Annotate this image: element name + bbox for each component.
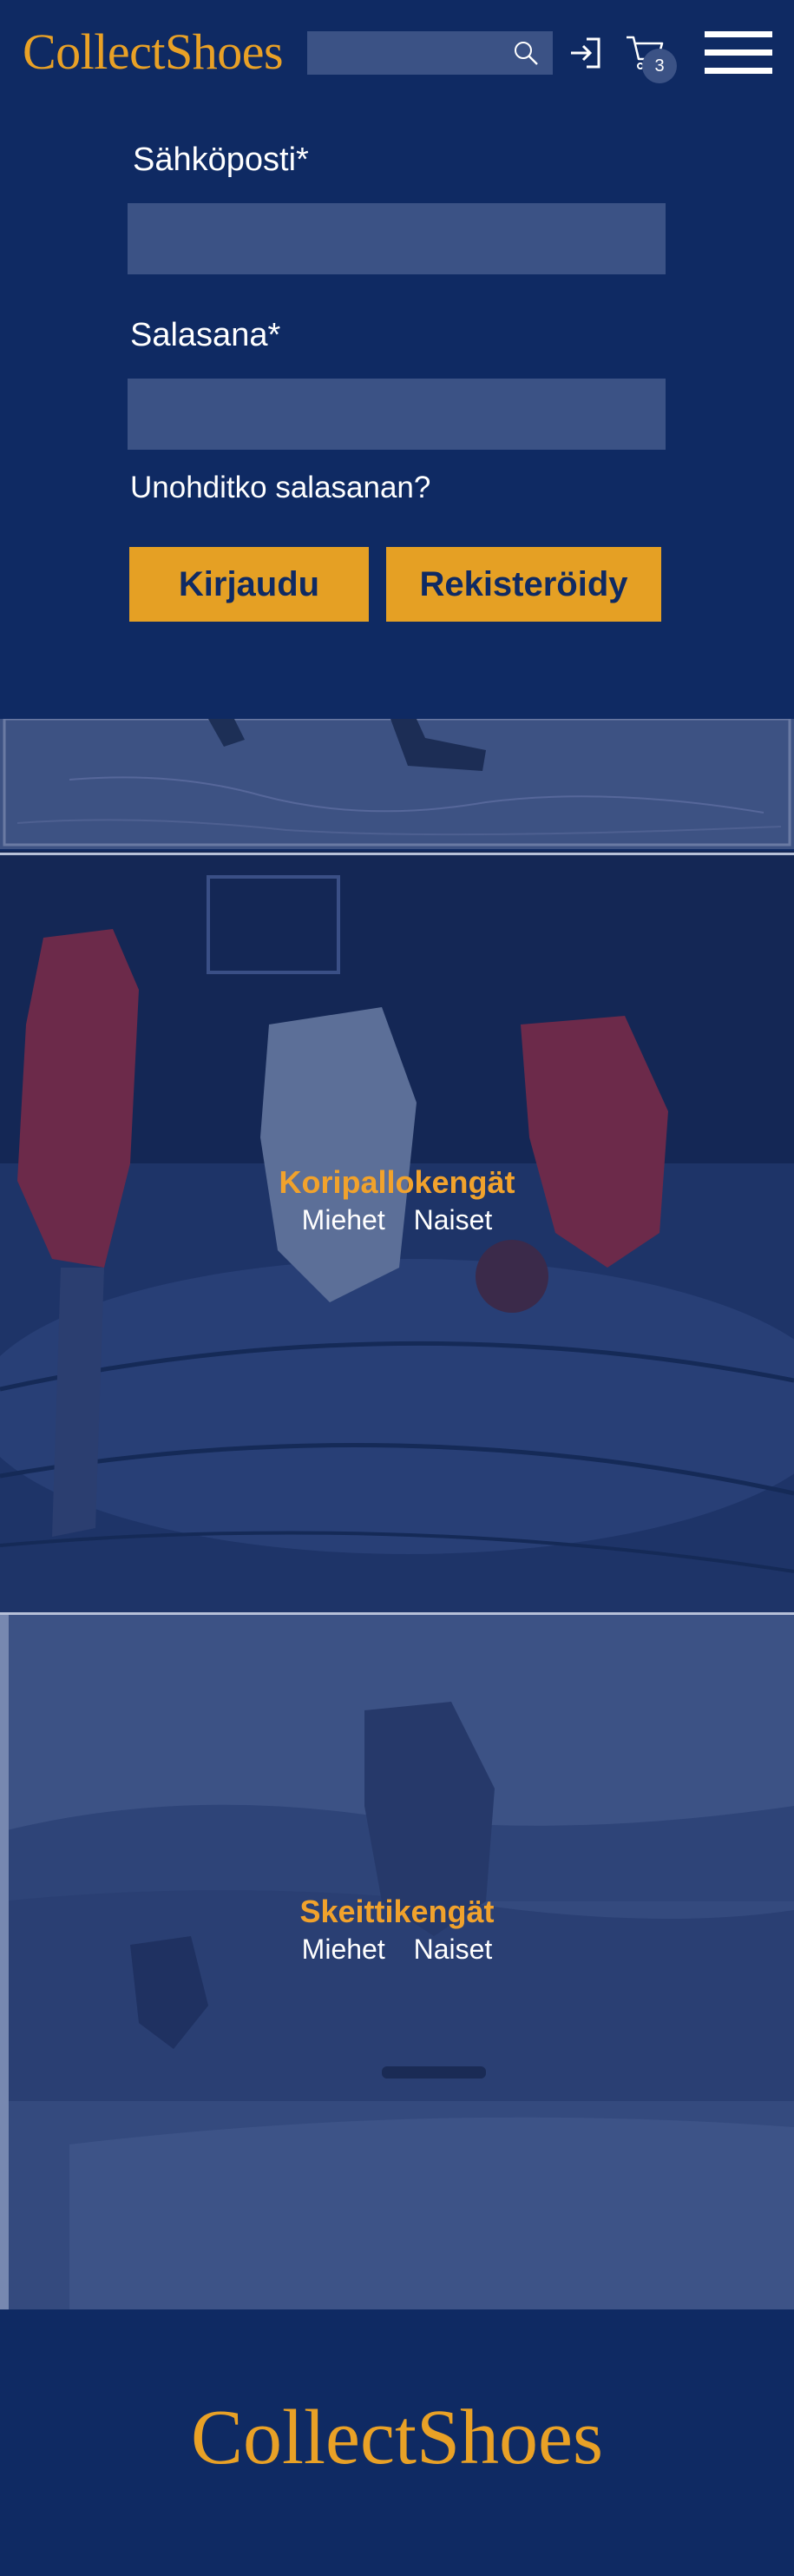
forgot-password-link[interactable]: Unohditko salasanan? bbox=[130, 469, 430, 507]
login-button[interactable]: Kirjaudu bbox=[129, 547, 369, 622]
basketball-banner[interactable]: Koripallokengät Miehet Naiset bbox=[0, 851, 794, 1615]
search-icon[interactable] bbox=[513, 40, 539, 66]
register-button[interactable]: Rekisteröidy bbox=[386, 547, 661, 622]
basketball-women-link[interactable]: Naiset bbox=[414, 1204, 493, 1235]
site-header: CollectShoes 3 bbox=[0, 0, 794, 106]
skateboarding-banner[interactable]: Skeittikengät Miehet Naiset bbox=[0, 1615, 794, 2309]
street-photo bbox=[0, 719, 794, 849]
skateboarding-caption: Skeittikengät Miehet Naiset bbox=[0, 1893, 794, 1967]
skate-men-link[interactable]: Miehet bbox=[302, 1934, 385, 1965]
login-icon[interactable] bbox=[568, 35, 604, 71]
site-logo[interactable]: CollectShoes bbox=[23, 21, 284, 83]
login-panel: Sähköposti* Salasana* Unohditko salasana… bbox=[0, 106, 794, 719]
basketball-caption: Koripallokengät Miehet Naiset bbox=[0, 1163, 794, 1238]
search-bar[interactable] bbox=[307, 31, 553, 75]
basketball-men-link[interactable]: Miehet bbox=[302, 1204, 385, 1235]
street-photo-strip bbox=[0, 719, 794, 849]
password-field[interactable] bbox=[128, 379, 666, 450]
category-title[interactable]: Skeittikengät bbox=[0, 1893, 794, 1931]
footer-logo[interactable]: CollectShoes bbox=[0, 2395, 794, 2481]
category-links: Miehet Naiset bbox=[0, 1931, 794, 1967]
email-field[interactable] bbox=[128, 203, 666, 274]
skate-women-link[interactable]: Naiset bbox=[414, 1934, 493, 1965]
site-footer: CollectShoes bbox=[0, 2309, 794, 2576]
password-label: Salasana* bbox=[130, 317, 281, 353]
category-title[interactable]: Koripallokengät bbox=[0, 1163, 794, 1202]
email-label: Sähköposti* bbox=[133, 142, 309, 178]
cart-count-badge: 3 bbox=[642, 49, 677, 83]
shopping-cart-button[interactable]: 3 bbox=[625, 33, 680, 83]
category-links: Miehet Naiset bbox=[0, 1202, 794, 1238]
hamburger-menu-icon[interactable] bbox=[705, 31, 772, 75]
